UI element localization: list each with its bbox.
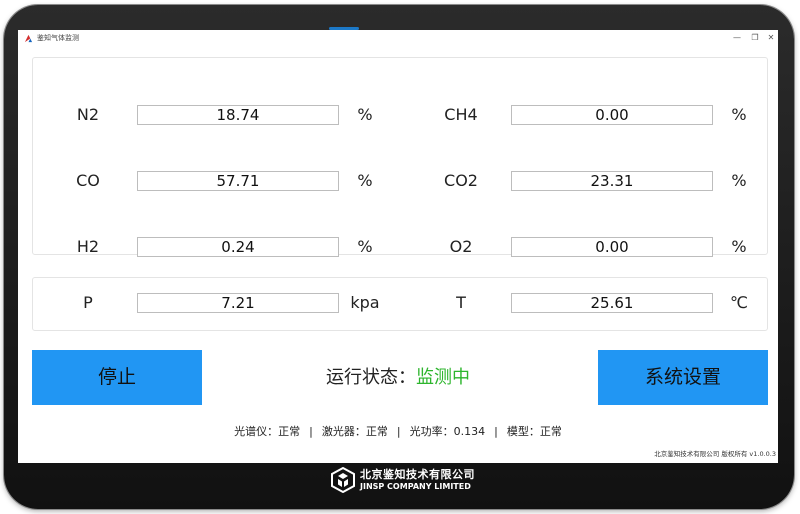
system-settings-button[interactable]: 系统设置 — [598, 350, 768, 405]
model-status: 模型：正常 — [506, 425, 562, 438]
gas-unit-h2: % — [357, 237, 373, 256]
run-status-label: 运行状态： — [326, 367, 416, 388]
run-status-value: 监测中 — [416, 367, 470, 388]
pressure-label: P — [83, 293, 93, 312]
gas-value-co2: 23.31 — [511, 171, 713, 191]
gas-label-n2: N2 — [76, 105, 100, 124]
gas-value-ch4: 0.00 — [511, 105, 713, 125]
app-logo-icon — [24, 34, 33, 43]
pressure-value: 7.21 — [137, 293, 339, 313]
app-window: 鉴知气体监测 — ❐ ✕ N2 18.74 % CH4 0.00 % CO 57… — [18, 30, 778, 463]
maximize-button[interactable]: ❐ — [748, 32, 762, 44]
gas-unit-co2: % — [731, 171, 747, 190]
pressure-unit: kpa — [350, 293, 380, 312]
gas-value-h2: 0.24 — [137, 237, 339, 257]
status-separator: | — [309, 425, 313, 438]
company-name-cn: 北京鉴知技术有限公司 — [360, 468, 475, 481]
gas-value-co: 57.71 — [137, 171, 339, 191]
company-logo-icon — [331, 467, 355, 493]
laser-status: 激光器：正常 — [321, 425, 388, 438]
close-button[interactable]: ✕ — [764, 32, 778, 44]
gas-value-n2: 18.74 — [137, 105, 339, 125]
gas-label-h2: H2 — [76, 237, 100, 256]
title-bar: 鉴知气体监测 — ❐ ✕ — [18, 30, 778, 47]
gas-value-o2: 0.00 — [511, 237, 713, 257]
status-separator: | — [494, 425, 498, 438]
gas-label-ch4: CH4 — [444, 105, 478, 124]
minimize-button[interactable]: — — [730, 32, 744, 44]
gas-concentration-panel: N2 18.74 % CH4 0.00 % CO 57.71 % CO2 23.… — [32, 57, 768, 257]
gas-unit-n2: % — [357, 105, 373, 124]
gas-label-co2: CO2 — [444, 171, 478, 190]
company-brand: 北京鉴知技术有限公司 JINSP COMPANY LIMITED — [330, 467, 480, 495]
temperature-unit: ℃ — [730, 293, 748, 312]
temperature-value: 25.61 — [511, 293, 713, 313]
pressure-temperature-panel: P 7.21 kpa T 25.61 ℃ — [32, 277, 768, 331]
gas-label-o2: O2 — [449, 237, 473, 256]
company-name-en: JINSP COMPANY LIMITED — [360, 482, 471, 491]
run-status: 运行状态：监测中 — [298, 366, 498, 390]
stop-button[interactable]: 停止 — [32, 350, 202, 405]
window-title: 鉴知气体监测 — [37, 34, 79, 42]
gas-unit-co: % — [357, 171, 373, 190]
temperature-label: T — [456, 293, 466, 312]
status-separator: | — [396, 425, 401, 438]
gas-unit-ch4: % — [731, 105, 747, 124]
device-status-line: 光谱仪：正常 | 激光器：正常 | 光功率：0.134 | 模型：正常 — [168, 425, 628, 439]
gas-unit-o2: % — [731, 237, 747, 256]
spectrometer-status: 光谱仪：正常 — [234, 425, 301, 438]
copyright-text: 北京鉴知技术有限公司 版权所有 v1.0.0.3 — [654, 450, 776, 458]
tablet-bezel: 鉴知气体监测 — ❐ ✕ N2 18.74 % CH4 0.00 % CO 57… — [4, 5, 794, 509]
gas-label-co: CO — [76, 171, 100, 190]
optical-power-status: 光功率：0.134 — [409, 425, 486, 438]
